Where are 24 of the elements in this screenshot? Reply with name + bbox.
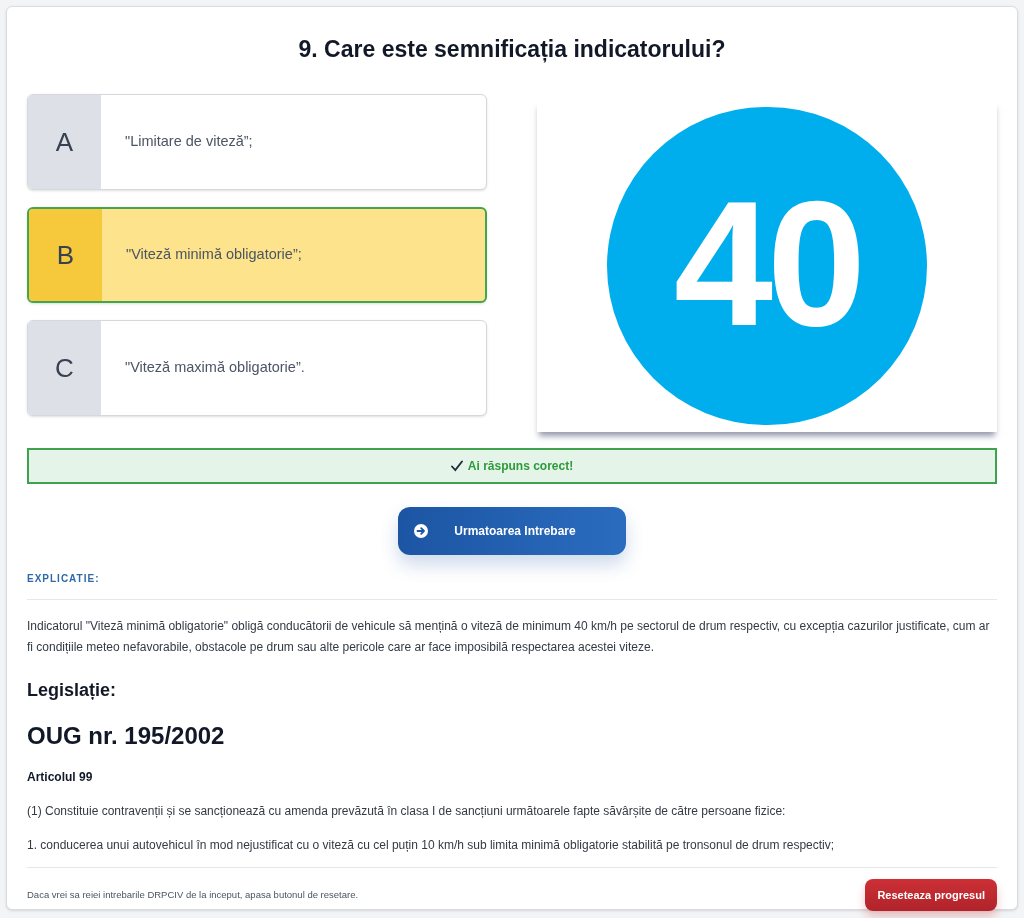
explanation-heading: EXPLICATIE: (27, 572, 101, 586)
option-text: "Limitare de viteză”; (124, 132, 253, 152)
sign-number: 40 (674, 174, 860, 358)
option-letter: A (28, 95, 101, 189)
law-paragraph: (1) Constituie contravenții și se sancționează cu amenda prevăzută în clasa I de sancțiuni următoarele fapte săvârșite de către persoane fizice: (27, 803, 787, 820)
option-letter: C (28, 321, 101, 415)
answer-option[interactable]: B "Viteză minimă obligatorie”; (27, 207, 487, 303)
next-question-button[interactable]: Urmatoarea Intrebare (398, 507, 626, 555)
feedback-text: Ai răspuns corect! (467, 458, 574, 475)
answer-option[interactable]: A "Limitare de viteză”; (27, 94, 487, 190)
question-title: 9. Care este semnificația indicatorului? (297, 35, 727, 63)
check-icon (450, 460, 463, 472)
law-paragraph: 1. conducerea unui autovehicul în mod nejustificat cu o viteză cu cel puțin 10 km/h sub limita minimă obligatorie stabilită pe tronsonul de drum respectiv; (27, 837, 836, 854)
option-text: "Viteză minimă obligatorie”; (125, 245, 302, 265)
option-letter: B (29, 209, 102, 301)
option-text: "Viteză maximă obligatorie”. (124, 358, 305, 378)
arrow-circle-icon (414, 524, 428, 538)
act-title: OUG nr. 195/2002 (27, 721, 226, 751)
reset-progress-button[interactable]: Reseteaza progresul (865, 879, 997, 911)
explanation-text: Indicatorul "Viteză minimă obligatorie" obligă conducătorii de vehicule să mențină o viteză de minimum 40 km/h pe sectorul de drum respectiv, cu excepția cazurilor justificate, cum ar fi condițiile meteo nefavorabile, obstacole pe drum sau alte pericole care ar face imposibilă respectarea acestei viteze. (27, 618, 991, 656)
answer-option[interactable]: C "Viteză maximă obligatorie”. (27, 320, 487, 416)
legislation-heading: Legislație: (27, 679, 118, 702)
reset-note: Daca vrei sa reiei intrebarile DRPCIV de la inceput, apasa butonul de resetare. (27, 887, 359, 902)
article-title: Articolul 99 (27, 769, 94, 786)
